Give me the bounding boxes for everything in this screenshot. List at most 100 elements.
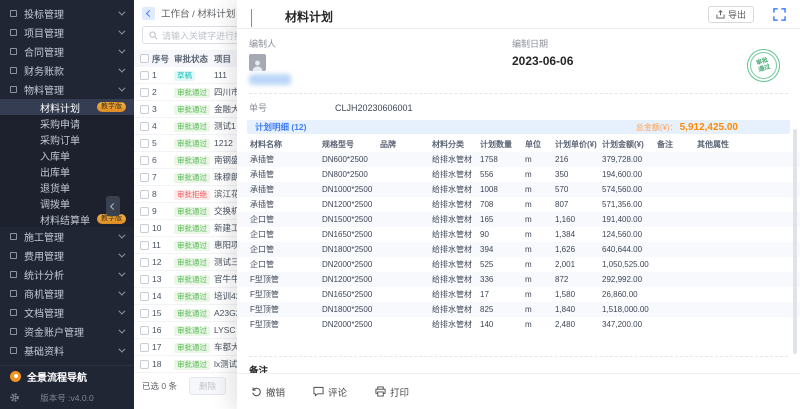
row-no: 15 bbox=[152, 308, 174, 318]
table-row[interactable]: 企口管 DN1800*2500 给排水管材 394 m 1,626 640,64… bbox=[237, 242, 800, 257]
row-checkbox[interactable] bbox=[140, 275, 149, 284]
table-row[interactable]: 企口管 DN1500*2500 给排水管材 165 m 1,160 191,40… bbox=[237, 212, 800, 227]
sidebar-menu-item[interactable]: 物料管理 bbox=[0, 80, 134, 99]
material-table: 材料名称 规格型号 品牌 材料分类 计划数量 单位 计划单价(¥) 计划金额(¥… bbox=[237, 137, 800, 332]
menu-item-icon bbox=[10, 347, 17, 354]
sidebar-menu-item[interactable]: 退货单 bbox=[0, 179, 134, 195]
table-row[interactable]: 企口管 DN1650*2500 给排水管材 90 m 1,384 124,560… bbox=[237, 227, 800, 242]
sidebar-menu-item[interactable]: 统计分析 bbox=[0, 265, 134, 284]
cell-spec: DN600*2500 bbox=[322, 155, 380, 164]
row-checkbox[interactable] bbox=[140, 309, 149, 318]
row-checkbox[interactable] bbox=[140, 292, 149, 301]
row-checkbox[interactable] bbox=[140, 326, 149, 335]
table-row[interactable]: 承插管 DN1200*2500 给排水管材 708 m 807 571,356.… bbox=[237, 197, 800, 212]
cell-price: 1,580 bbox=[555, 290, 602, 299]
cell-material-name: 承插管 bbox=[250, 199, 322, 210]
cell-qty: 336 bbox=[480, 275, 525, 284]
cell-material-name: F型顶管 bbox=[250, 274, 322, 285]
sidebar-menu-item[interactable]: 采购申请 bbox=[0, 115, 134, 131]
status-badge: 审批通过 bbox=[174, 309, 210, 319]
cell-qty: 17 bbox=[480, 290, 525, 299]
row-no: 18 bbox=[152, 359, 174, 369]
table-row[interactable]: F型顶管 DN2000*2500 给排水管材 140 m 2,480 347,2… bbox=[237, 317, 800, 332]
cell-price: 1,840 bbox=[555, 305, 602, 314]
row-checkbox[interactable] bbox=[140, 88, 149, 97]
status-badge: 审批通过 bbox=[174, 224, 210, 234]
row-checkbox[interactable] bbox=[140, 173, 149, 182]
person-icon bbox=[251, 59, 264, 71]
status-badge: 审批通过 bbox=[174, 139, 210, 149]
row-checkbox[interactable] bbox=[140, 156, 149, 165]
menu-item-label: 资金账户管理 bbox=[24, 324, 118, 339]
sidebar-menu-item[interactable]: 施工管理 bbox=[0, 227, 134, 246]
breadcrumb[interactable]: 工作台 / 材料计划 bbox=[161, 6, 235, 20]
row-checkbox[interactable] bbox=[140, 71, 149, 80]
sidebar-menu-item[interactable]: 采购订单 bbox=[0, 131, 134, 147]
sidebar-menu-item[interactable]: 财务账款 bbox=[0, 61, 134, 80]
status-badge: 审批通过 bbox=[174, 122, 210, 132]
gear-icon[interactable] bbox=[9, 392, 20, 403]
sidebar-menu-item[interactable]: 项目管理 bbox=[0, 23, 134, 42]
sidebar-menu-item[interactable]: 合同管理 bbox=[0, 42, 134, 61]
sidebar-collapse-handle[interactable] bbox=[106, 196, 120, 216]
drawer-title: 材料计划 bbox=[285, 8, 333, 25]
row-checkbox[interactable] bbox=[140, 224, 149, 233]
menu-item-icon bbox=[10, 309, 17, 316]
table-row[interactable]: 承插管 DN800*2500 给排水管材 556 m 350 194,600.0… bbox=[237, 167, 800, 182]
delete-button[interactable]: 删除 bbox=[189, 377, 226, 395]
print-button[interactable]: 打印 bbox=[375, 385, 409, 399]
sidebar-menu-item[interactable]: 基础资料 bbox=[0, 341, 134, 360]
table-row[interactable]: F型顶管 DN1650*2500 给排水管材 17 m 1,580 26,860… bbox=[237, 287, 800, 302]
sidebar-menu-item[interactable]: 费用管理 bbox=[0, 246, 134, 265]
row-checkbox[interactable] bbox=[140, 122, 149, 131]
cell-spec: DN1200*2500 bbox=[322, 200, 380, 209]
panorama-nav-button[interactable]: 全景流程导航 bbox=[0, 365, 134, 386]
sidebar-menu-item[interactable]: 入库单 bbox=[0, 147, 134, 163]
row-checkbox[interactable] bbox=[140, 241, 149, 250]
menu-item-icon bbox=[10, 48, 17, 55]
row-checkbox[interactable] bbox=[140, 258, 149, 267]
cell-price: 2,480 bbox=[555, 320, 602, 329]
cell-price: 872 bbox=[555, 275, 602, 284]
table-row[interactable]: 承插管 DN600*2500 给排水管材 1758 m 216 379,728.… bbox=[237, 152, 800, 167]
cell-qty: 825 bbox=[480, 305, 525, 314]
status-badge: 审批通过 bbox=[174, 343, 210, 353]
menu-item-label: 合同管理 bbox=[24, 44, 118, 59]
sidebar-menu-item[interactable]: 资金账户管理 bbox=[0, 322, 134, 341]
cell-material-name: F型顶管 bbox=[250, 289, 322, 300]
menu-item-label: 材料计划 bbox=[40, 100, 93, 115]
row-checkbox[interactable] bbox=[140, 139, 149, 148]
fullscreen-icon[interactable] bbox=[773, 8, 786, 21]
row-checkbox[interactable] bbox=[140, 360, 149, 369]
column-header-status: 审批状态 bbox=[174, 53, 214, 65]
sidebar-menu-item[interactable]: 投标管理 bbox=[0, 4, 134, 23]
menu-item-icon bbox=[10, 252, 17, 259]
table-row[interactable]: F型顶管 DN1200*2500 给排水管材 336 m 872 292,992… bbox=[237, 272, 800, 287]
row-checkbox[interactable] bbox=[140, 190, 149, 199]
order-no-row: 单号 CLJH20230606001 bbox=[237, 94, 800, 120]
scrollbar-thumb[interactable] bbox=[793, 129, 797, 354]
select-all-checkbox[interactable] bbox=[140, 54, 149, 63]
table-row[interactable]: 承插管 DN1000*2500 给排水管材 1008 m 570 574,560… bbox=[237, 182, 800, 197]
sidebar-menu-item[interactable]: 文档管理 bbox=[0, 303, 134, 322]
cell-category: 给排水管材 bbox=[432, 244, 480, 255]
sidebar-menu-item[interactable]: 材料计划 教学版 bbox=[0, 99, 134, 115]
cell-unit: m bbox=[525, 290, 555, 299]
comment-button[interactable]: 评论 bbox=[313, 385, 347, 399]
row-checkbox[interactable] bbox=[140, 105, 149, 114]
drawer-back-button[interactable] bbox=[249, 9, 259, 19]
table-row[interactable]: 企口管 DN2000*2500 给排水管材 525 m 2,001 1,050,… bbox=[237, 257, 800, 272]
export-button[interactable]: 导出 bbox=[708, 6, 754, 23]
cell-price: 1,384 bbox=[555, 230, 602, 239]
undo-button[interactable]: 撤销 bbox=[251, 385, 285, 399]
date-value: 2023-06-06 bbox=[512, 54, 573, 68]
sidebar-menu-item[interactable]: 商机管理 bbox=[0, 284, 134, 303]
sidebar-menu-item[interactable]: 出库单 bbox=[0, 163, 134, 179]
row-no: 6 bbox=[152, 155, 174, 165]
row-checkbox[interactable] bbox=[140, 343, 149, 352]
table-row[interactable]: F型顶管 DN1800*2500 给排水管材 825 m 1,840 1,518… bbox=[237, 302, 800, 317]
row-checkbox[interactable] bbox=[140, 207, 149, 216]
status-badge: 审批通过 bbox=[174, 292, 210, 302]
back-button[interactable] bbox=[142, 7, 155, 20]
remark-section: 备注 暂无备注 bbox=[237, 357, 800, 373]
